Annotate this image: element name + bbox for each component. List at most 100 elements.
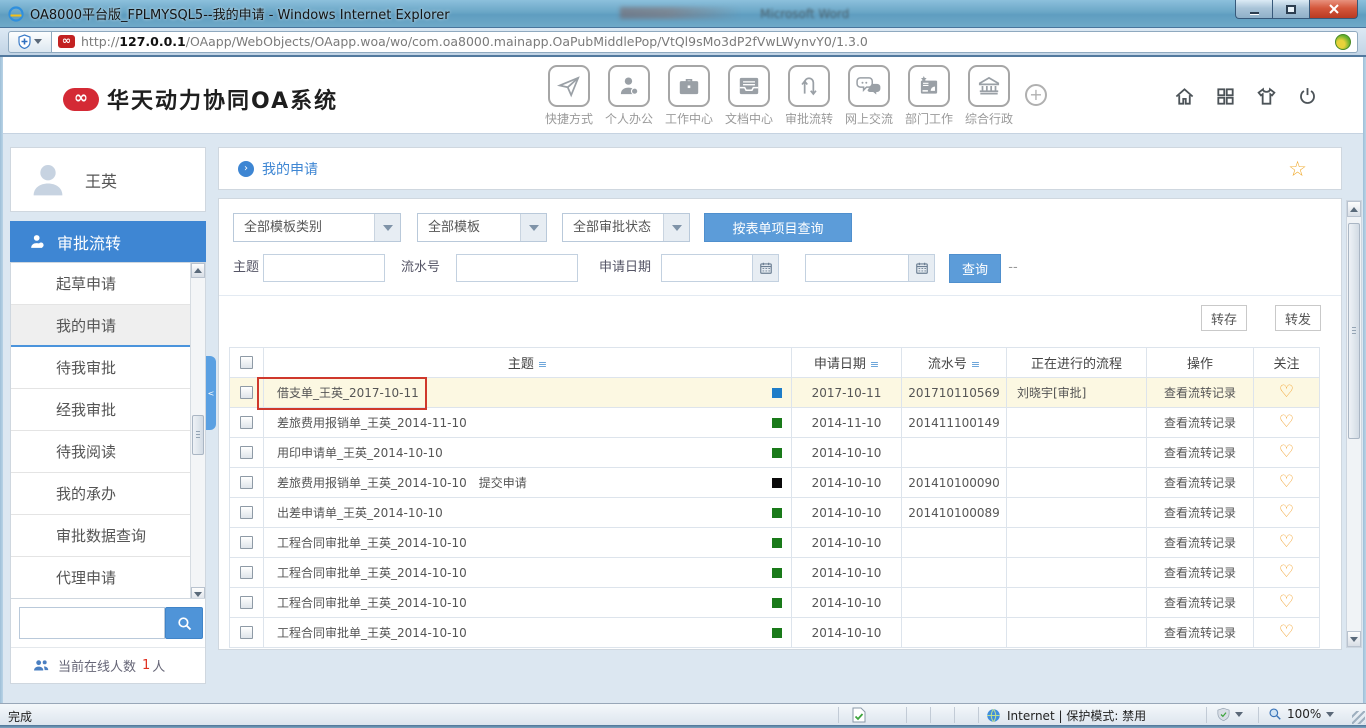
- subject-input[interactable]: [263, 254, 385, 282]
- row-checkbox[interactable]: [240, 386, 253, 399]
- compatibility-view-icon[interactable]: [1335, 34, 1351, 50]
- sidebar-item-6[interactable]: 我的承办: [11, 473, 205, 515]
- scroll-up-icon[interactable]: [191, 263, 205, 278]
- dropdown-caret-icon[interactable]: [374, 214, 400, 241]
- scroll-up-icon[interactable]: [1347, 201, 1361, 217]
- row-checkbox[interactable]: [240, 416, 253, 429]
- follow-heart-icon[interactable]: ♡: [1279, 532, 1294, 552]
- view-flow-record-link[interactable]: 查看流转记录: [1164, 566, 1236, 580]
- follow-heart-icon[interactable]: ♡: [1279, 412, 1294, 432]
- home-icon[interactable]: [1173, 85, 1196, 112]
- smartscreen-shield-button[interactable]: [8, 31, 52, 53]
- approval-status-dropdown[interactable]: 全部审批状态: [562, 213, 690, 242]
- globe-icon: [986, 708, 1001, 723]
- logout-power-icon[interactable]: [1296, 85, 1319, 112]
- form-item-query-button[interactable]: 按表单项目查询: [704, 213, 852, 242]
- calendar-icon[interactable]: [753, 254, 779, 282]
- sidebar-search-input[interactable]: [19, 607, 165, 639]
- row-checkbox[interactable]: [240, 536, 253, 549]
- resize-grip[interactable]: [1352, 711, 1365, 724]
- view-flow-record-link[interactable]: 查看流转记录: [1164, 476, 1236, 490]
- more-modules-icon[interactable]: +: [1025, 84, 1047, 106]
- nav-item-person[interactable]: 个人办公: [599, 65, 659, 127]
- header-subject[interactable]: 主题≡: [264, 348, 792, 378]
- scrollbar-thumb[interactable]: [1348, 223, 1360, 439]
- row-apply-date: 2014-10-10: [792, 498, 902, 528]
- row-subject[interactable]: 工程合同审批单_王英_2014-10-10: [277, 596, 467, 610]
- row-subject[interactable]: 工程合同审批单_王英_2014-10-10: [277, 566, 467, 580]
- view-flow-record-link[interactable]: 查看流转记录: [1164, 386, 1236, 400]
- row-checkbox[interactable]: [240, 566, 253, 579]
- follow-heart-icon[interactable]: ♡: [1279, 622, 1294, 642]
- nav-item-paper-plane[interactable]: 快捷方式: [539, 65, 599, 127]
- date-to-input[interactable]: [805, 254, 909, 282]
- sidebar-item-4[interactable]: 经我审批: [11, 389, 205, 431]
- nav-item-bank[interactable]: 综合行政: [959, 65, 1019, 127]
- forward-button[interactable]: 转发: [1275, 305, 1321, 331]
- follow-heart-icon[interactable]: ♡: [1279, 442, 1294, 462]
- nav-item-board[interactable]: 部门工作: [899, 65, 959, 127]
- row-subject[interactable]: 出差申请单_王英_2014-10-10: [277, 506, 443, 520]
- sidebar-item-8[interactable]: 代理申请: [11, 557, 205, 599]
- sidebar-collapse-handle[interactable]: <: [206, 356, 216, 430]
- dropdown-caret-icon[interactable]: [663, 214, 689, 241]
- follow-heart-icon[interactable]: ♡: [1279, 382, 1294, 402]
- dropdown-caret-icon[interactable]: [520, 214, 546, 241]
- close-button[interactable]: [1309, 0, 1358, 19]
- scrollbar-thumb[interactable]: [192, 415, 204, 455]
- row-subject[interactable]: 差旅费用报销单_王英_2014-10-10 提交申请: [277, 476, 527, 490]
- follow-heart-icon[interactable]: ♡: [1279, 562, 1294, 582]
- maximize-button[interactable]: [1272, 0, 1309, 19]
- theme-shirt-icon[interactable]: [1255, 85, 1278, 112]
- view-flow-record-link[interactable]: 查看流转记录: [1164, 446, 1236, 460]
- nav-item-inbox[interactable]: 文档中心: [719, 65, 779, 127]
- sidebar-item-1[interactable]: 起草申请: [11, 263, 205, 305]
- minimize-button[interactable]: [1235, 0, 1272, 19]
- query-button[interactable]: 查询: [949, 254, 1001, 283]
- nav-item-uturn[interactable]: 审批流转: [779, 65, 839, 127]
- apps-grid-icon[interactable]: [1214, 85, 1237, 112]
- template-dropdown[interactable]: 全部模板: [417, 213, 547, 242]
- row-checkbox[interactable]: [240, 626, 253, 639]
- row-subject[interactable]: 工程合同审批单_王英_2014-10-10: [277, 536, 467, 550]
- sidebar-item-3[interactable]: 待我审批: [11, 347, 205, 389]
- view-flow-record-link[interactable]: 查看流转记录: [1164, 416, 1236, 430]
- date-from-input[interactable]: [661, 254, 753, 282]
- sidebar-search-button[interactable]: [165, 607, 203, 639]
- sidebar-item-7[interactable]: 审批数据查询: [11, 515, 205, 557]
- favorite-star-icon[interactable]: ☆: [1288, 157, 1307, 181]
- view-flow-record-link[interactable]: 查看流转记录: [1164, 536, 1236, 550]
- row-checkbox[interactable]: [240, 506, 253, 519]
- row-checkbox[interactable]: [240, 596, 253, 609]
- follow-heart-icon[interactable]: ♡: [1279, 592, 1294, 612]
- header-apply-date[interactable]: 申请日期≡: [792, 348, 902, 378]
- row-subject[interactable]: 工程合同审批单_王英_2014-10-10: [277, 626, 467, 640]
- zoom-control[interactable]: 100%: [1268, 707, 1334, 721]
- scroll-down-icon[interactable]: [1347, 631, 1361, 647]
- row-checkbox[interactable]: [240, 446, 253, 459]
- serial-input[interactable]: [456, 254, 578, 282]
- transfer-button[interactable]: 转存: [1201, 305, 1247, 331]
- divider: [219, 295, 1341, 296]
- view-flow-record-link[interactable]: 查看流转记录: [1164, 596, 1236, 610]
- follow-heart-icon[interactable]: ♡: [1279, 502, 1294, 522]
- privacy-button[interactable]: [1216, 707, 1243, 722]
- main-scrollbar[interactable]: [1346, 200, 1362, 648]
- sidebar-item-2[interactable]: 我的申请: [11, 305, 205, 347]
- url-field[interactable]: ∞ http://127.0.0.1/OAapp/WebObjects/OAap…: [52, 31, 1358, 53]
- sidebar-scrollbar[interactable]: [190, 263, 205, 602]
- select-all-checkbox[interactable]: [240, 356, 253, 369]
- header-serial[interactable]: 流水号≡: [902, 348, 1007, 378]
- sidebar-item-5[interactable]: 待我阅读: [11, 431, 205, 473]
- page-title: 我的申请: [262, 159, 318, 179]
- nav-item-briefcase[interactable]: 工作中心: [659, 65, 719, 127]
- row-subject[interactable]: 差旅费用报销单_王英_2014-11-10: [277, 416, 467, 430]
- row-subject[interactable]: 用印申请单_王英_2014-10-10: [277, 446, 443, 460]
- calendar-icon[interactable]: [909, 254, 935, 282]
- nav-item-chat[interactable]: 网上交流: [839, 65, 899, 127]
- row-checkbox[interactable]: [240, 476, 253, 489]
- view-flow-record-link[interactable]: 查看流转记录: [1164, 506, 1236, 520]
- follow-heart-icon[interactable]: ♡: [1279, 472, 1294, 492]
- view-flow-record-link[interactable]: 查看流转记录: [1164, 626, 1236, 640]
- template-category-dropdown[interactable]: 全部模板类别: [233, 213, 401, 242]
